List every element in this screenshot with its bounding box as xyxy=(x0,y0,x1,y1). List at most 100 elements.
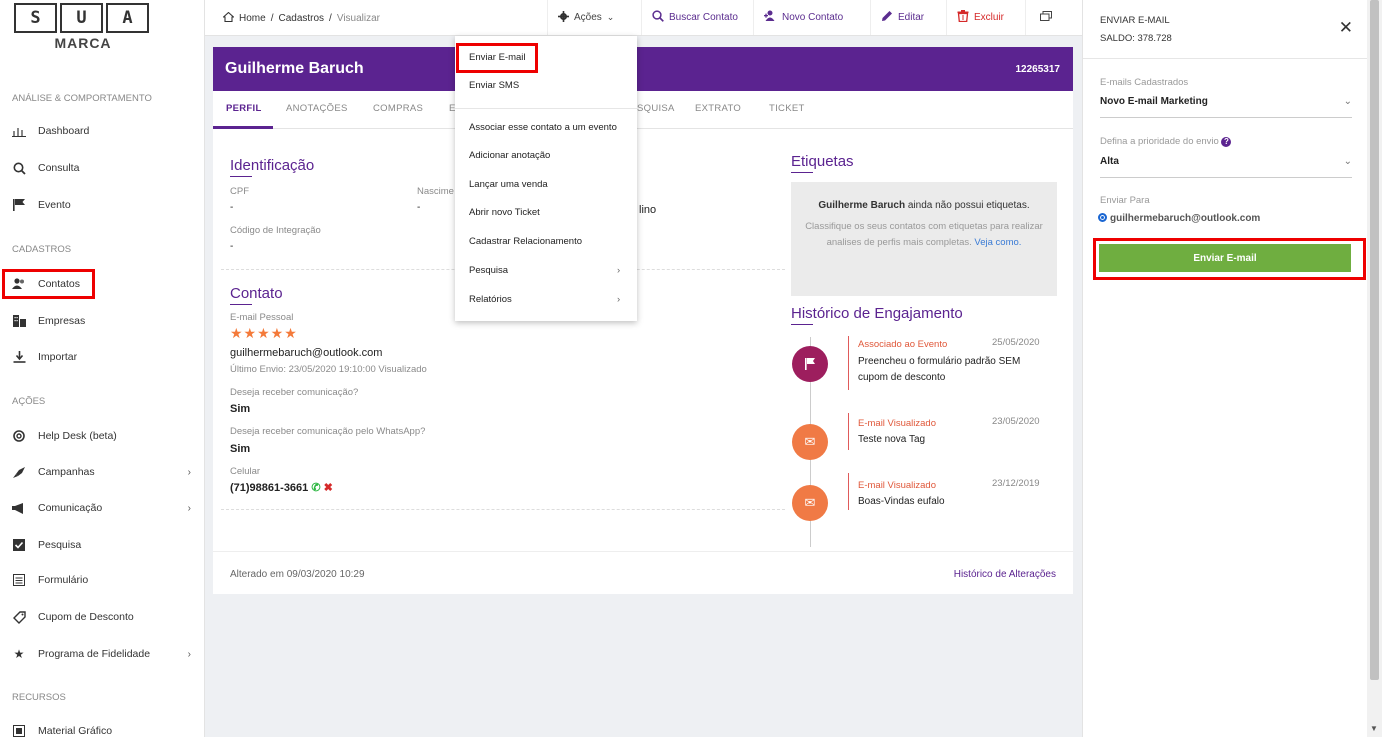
chevron-down-icon: ⌄ xyxy=(606,12,615,22)
comunicacao-label: Deseja receber comunicação? xyxy=(230,387,359,398)
tab-perfil[interactable]: PERFIL xyxy=(226,103,262,114)
email-value[interactable]: guilhermebaruch@outlook.com xyxy=(230,347,382,359)
menu-item-adicionar-anotacao[interactable]: Adicionar anotação xyxy=(469,150,550,161)
menu-item-relatorios[interactable]: Relatórios › xyxy=(469,294,620,305)
sidebar-item-label: Pesquisa xyxy=(38,539,82,551)
tab-ticket[interactable]: TICKET xyxy=(769,103,805,114)
highlight-box xyxy=(2,269,95,299)
celular-row: (71)98861-3661 ✆ ✖ xyxy=(230,481,333,494)
whatsapp-icon[interactable]: ✆ xyxy=(311,482,320,494)
topbar: Home / Cadastros / Visualizar Ações ⌄ Bu… xyxy=(205,0,1082,36)
chevron-down-icon: ⌄ xyxy=(1343,96,1352,107)
event-label: E-mail Visualizado xyxy=(858,480,936,491)
event-label: Associado ao Evento xyxy=(858,339,948,350)
sidebar-item-helpdesk[interactable]: Help Desk (beta) xyxy=(0,425,205,447)
contact-card: Guilherme Baruch 12265317 PERFIL ANOTAÇÕ… xyxy=(213,47,1073,594)
whatsapp-value: Sim xyxy=(230,443,251,455)
scrollbar-thumb[interactable] xyxy=(1370,0,1379,680)
tab-extrato[interactable]: EXTRATO xyxy=(695,103,741,114)
breadcrumb-home[interactable]: Home xyxy=(239,13,266,24)
sidebar-item-importar[interactable]: Importar xyxy=(0,346,205,368)
sidebar-item-campanhas[interactable]: Campanhas › xyxy=(0,461,205,483)
sidebar-item-consulta[interactable]: Consulta xyxy=(0,157,205,179)
add-user-icon xyxy=(764,10,777,25)
close-icon[interactable]: ✕ xyxy=(1339,18,1353,38)
chevron-down-icon: ⌄ xyxy=(1343,156,1352,167)
brand-logo[interactable]: S U A MARCA xyxy=(14,3,152,51)
menu-item-associar-evento[interactable]: Associar esse contato a um evento xyxy=(469,122,617,133)
enviar-para-radio[interactable]: guilhermebaruch@outlook.com xyxy=(1098,213,1260,224)
menu-item-abrir-ticket[interactable]: Abrir novo Ticket xyxy=(469,207,540,218)
cpf-value: - xyxy=(230,202,234,213)
rating-stars: ★★★★★ xyxy=(230,325,298,341)
novo-contato-button[interactable]: Novo Contato xyxy=(753,0,870,35)
flag-icon xyxy=(792,346,828,382)
breadcrumb-cadastros[interactable]: Cadastros xyxy=(278,13,324,24)
sidebar-item-label: Dashboard xyxy=(38,125,90,137)
codigo-value: - xyxy=(230,241,234,252)
timeline-marker xyxy=(848,336,849,390)
menu-item-pesquisa[interactable]: Pesquisa › xyxy=(469,265,620,276)
menu-item-enviar-sms[interactable]: Enviar SMS xyxy=(469,80,519,91)
sidebar-item-comunicacao[interactable]: Comunicação › xyxy=(0,497,205,519)
sidebar-item-label: Campanhas xyxy=(38,466,95,478)
building-icon xyxy=(12,314,26,328)
acoes-button[interactable]: Ações ⌄ xyxy=(547,0,641,35)
sidebar-item-material[interactable]: Material Gráfico xyxy=(0,720,205,737)
sidebar-item-formulario[interactable]: Formulário xyxy=(0,569,205,591)
tab-pesquisa[interactable]: SQUISA xyxy=(637,103,675,114)
sidebar-item-evento[interactable]: Evento xyxy=(0,194,205,216)
menu-item-lancar-venda[interactable]: Lançar uma venda xyxy=(469,179,548,190)
window-button[interactable] xyxy=(1025,0,1065,35)
chevron-right-icon: › xyxy=(187,502,191,514)
sidebar-item-label: Empresas xyxy=(38,315,86,327)
divider xyxy=(213,551,1073,552)
envelope-icon: ✉ xyxy=(792,424,828,460)
scroll-down-icon[interactable]: ▼ xyxy=(1370,724,1378,733)
image-icon xyxy=(12,724,26,737)
section-title-analise: ANÁLISE & COMPORTAMENTO xyxy=(12,93,152,104)
tab-compras[interactable]: COMPRAS xyxy=(373,103,423,114)
trash-icon xyxy=(957,10,969,25)
divider xyxy=(221,509,785,510)
home-icon[interactable] xyxy=(222,11,235,25)
timeline-marker xyxy=(848,413,849,450)
etiquetas-box: Guilherme Baruch ainda não possui etique… xyxy=(791,182,1057,296)
menu-separator xyxy=(455,108,637,109)
help-icon[interactable]: ? xyxy=(1221,137,1232,147)
prioridade-select[interactable]: Alta ⌄ xyxy=(1100,156,1352,178)
whatsapp-label: Deseja receber comunicação pelo WhatsApp… xyxy=(230,426,426,437)
sidebar-item-cupom[interactable]: Cupom de Desconto xyxy=(0,606,205,628)
nascimento-value: - xyxy=(417,202,421,213)
historico-alteracoes-link[interactable]: Histórico de Alterações xyxy=(954,569,1056,580)
star-icon: ★ xyxy=(13,647,25,661)
celular-label: Celular xyxy=(230,466,261,477)
chevron-right-icon: › xyxy=(617,294,621,305)
flag-icon xyxy=(12,198,26,212)
close-icon[interactable]: ✖ xyxy=(324,482,333,494)
sidebar-item-dashboard[interactable]: Dashboard xyxy=(0,120,205,142)
veja-como-link[interactable]: Veja como. xyxy=(974,237,1021,248)
breadcrumb: Home / Cadastros / Visualizar xyxy=(222,11,380,25)
emails-select[interactable]: Novo E-mail Marketing ⌄ xyxy=(1100,96,1352,118)
window-icon xyxy=(1039,11,1052,24)
event-text: Teste nova Tag xyxy=(858,434,926,445)
sidebar-item-empresas[interactable]: Empresas xyxy=(0,310,205,332)
ultimo-envio: Último Envio: 23/05/2020 19:10:00 Visual… xyxy=(230,364,427,375)
divider xyxy=(1083,58,1368,59)
excluir-button[interactable]: Excluir xyxy=(946,0,1025,35)
nascimento-label: Nascime xyxy=(417,186,454,197)
etiquetas-msg: ainda não possui etiquetas. xyxy=(905,200,1030,211)
scrollbar[interactable]: ▼ xyxy=(1367,0,1382,737)
megaphone-icon xyxy=(12,501,26,515)
editar-button[interactable]: Editar xyxy=(870,0,946,35)
chevron-right-icon: › xyxy=(617,265,621,276)
tab-anotacoes[interactable]: ANOTAÇÕES xyxy=(286,103,348,114)
sidebar-item-pesquisa[interactable]: Pesquisa xyxy=(0,534,205,556)
sidebar-item-label: Formulário xyxy=(38,574,89,586)
alterado-em: Alterado em 09/03/2020 10:29 xyxy=(230,569,365,580)
buscar-label: Buscar Contato xyxy=(669,12,738,23)
menu-item-cadastrar-relacionamento[interactable]: Cadastrar Relacionamento xyxy=(469,236,582,247)
buscar-contato-button[interactable]: Buscar Contato xyxy=(641,0,753,35)
sidebar-item-fidelidade[interactable]: ★ Programa de Fidelidade › xyxy=(0,643,205,665)
